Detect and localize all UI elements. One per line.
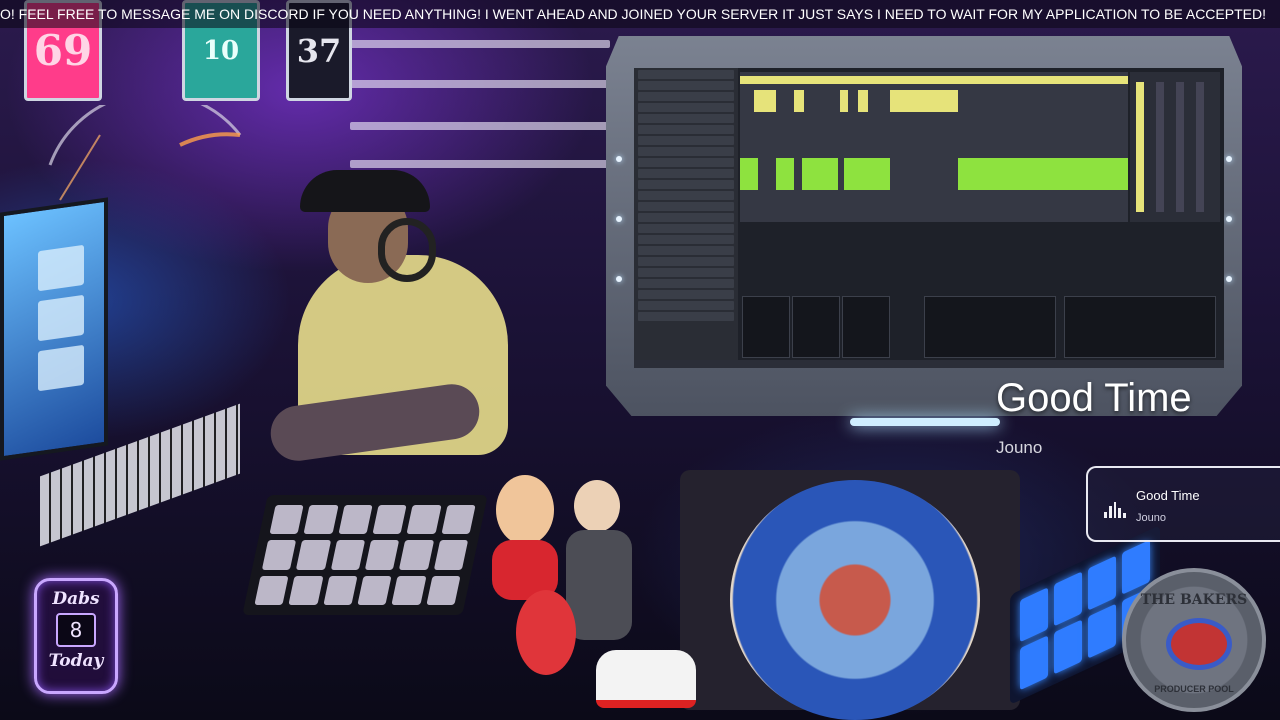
ticker-bar: O! FEEL FREE TO MESSAGE ME ON DISCORD IF… (0, 0, 1280, 28)
daw-device (742, 296, 790, 358)
equalizer-bars-icon (1104, 502, 1126, 518)
dabs-count: 8 (56, 613, 96, 647)
shelf (350, 160, 610, 168)
now-playing-title: Good Time (996, 376, 1192, 420)
headphones-icon (378, 218, 436, 282)
now-playing-card: Good Time Jouno (1086, 466, 1280, 542)
daw-screen (634, 68, 1224, 368)
sneaker (596, 650, 696, 708)
now-playing-card-artist: Jouno (1136, 512, 1166, 524)
turntable-slipmat (730, 480, 980, 720)
jersey-number: 10 (202, 35, 240, 66)
shelf (350, 40, 610, 48)
left-monitor (0, 197, 108, 461)
daw-arrangement (740, 72, 1128, 222)
daw-device (1064, 296, 1216, 358)
shelf (350, 80, 610, 88)
bobblehead-player (496, 475, 554, 545)
ticker-text: O! FEEL FREE TO MESSAGE ME ON DISCORD IF… (0, 6, 1266, 22)
now-playing-artist: Jouno (996, 438, 1043, 457)
daw-mixer (1130, 72, 1220, 222)
bobblehead-bernie (574, 480, 620, 532)
daw-status-bar (634, 360, 1224, 368)
vu-meter-icon (48, 105, 242, 201)
jersey-number: 69 (33, 26, 93, 75)
daw-device (792, 296, 840, 358)
daw-browser (634, 68, 738, 368)
bobblehead-bernie-coat (566, 530, 632, 640)
daw-eq-device (924, 296, 1056, 358)
daw-device (842, 296, 890, 358)
logo-top-text: THE BAKERS (1140, 592, 1248, 608)
daw-frame-glow (850, 418, 1000, 426)
streamer-cap (300, 170, 430, 212)
logo-mark-icon (1166, 618, 1232, 670)
jersey-number: 37 (296, 31, 342, 70)
shelf (350, 122, 610, 130)
dabs-counter-badge: Dabs 8 Today (34, 578, 118, 694)
today-label: Today (48, 651, 104, 671)
logo-bottom-text: PRODUCER POOL (1154, 684, 1234, 694)
mascot-youppi (516, 590, 576, 675)
now-playing-card-title: Good Time (1136, 488, 1200, 503)
bakers-logo: THE BAKERS PRODUCER POOL (1122, 568, 1266, 712)
dabs-label: Dabs (52, 589, 100, 609)
sampler-pads (242, 495, 488, 615)
